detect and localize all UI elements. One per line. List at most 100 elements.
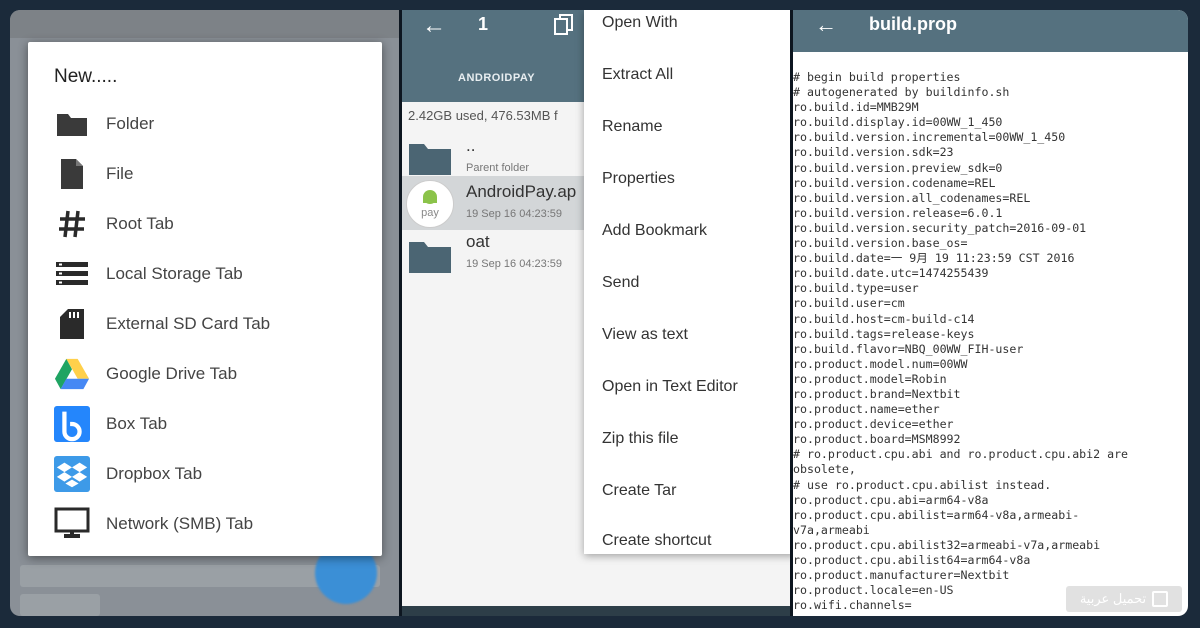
code-line: ro.product.cpu.abilist64=arm64-v8a (793, 553, 1031, 567)
code-line: # ro.product.cpu.abi and ro.product.cpu.… (793, 447, 1129, 462)
code-line: ro.build.version.incremental=00WW_1_450 (793, 130, 1066, 145)
item-label: Folder (106, 114, 155, 133)
code-line: obsolete, (793, 462, 856, 477)
code-line: ro.build.version.release=6.0.1 (793, 205, 1003, 220)
new-folder-item[interactable]: Folder (54, 104, 374, 144)
viewer-toolbar: ← build.prop (793, 10, 1188, 52)
menu-view-as-text[interactable]: View as text (602, 322, 688, 348)
new-dialog: New..... Folder File Root Tab Local Stor… (28, 42, 382, 556)
menu-send[interactable]: Send (602, 270, 639, 296)
code-line: ro.product.model.num=00WW (793, 356, 968, 371)
new-sd-card-tab-item[interactable]: External SD Card Tab (54, 304, 374, 344)
menu-extract-all[interactable]: Extract All (602, 62, 673, 88)
hash-icon (54, 206, 90, 242)
menu-add-bookmark[interactable]: Add Bookmark (602, 218, 707, 244)
code-line: # autogenerated by buildinfo.sh (793, 85, 1010, 100)
code-line: ro.product.model=Robin (793, 371, 947, 386)
code-line: # use ro.product.cpu.abilist instead. (793, 477, 1052, 492)
new-file-item[interactable]: File (54, 154, 374, 194)
watermark: تحميل عربية (1066, 586, 1182, 612)
item-label: Network (SMB) Tab (106, 514, 254, 533)
item-label: Root Tab (106, 214, 174, 233)
menu-open-with[interactable]: Open With (602, 10, 678, 36)
file-content: # begin build properties # autogenerated … (793, 70, 1185, 613)
watermark-text: تحميل عربية (1079, 591, 1147, 606)
code-line: ro.product.brand=Nextbit (793, 386, 961, 401)
back-arrow-icon[interactable]: ← (422, 12, 446, 40)
menu-create-shortcut[interactable]: Create shortcut (602, 528, 711, 554)
code-line: ro.build.flavor=NBQ_00WW_FIH-user (793, 341, 1024, 356)
item-label: Local Storage Tab (106, 264, 243, 283)
code-line: ro.build.version.base_os= (793, 236, 968, 251)
new-network-smb-tab-item[interactable]: Network (SMB) Tab (54, 504, 374, 544)
monitor-icon (54, 506, 90, 542)
selection-count: 1 (478, 14, 489, 34)
file-date: 19 Sep 16 04:23:59 (466, 208, 563, 220)
back-arrow-icon[interactable]: ← (815, 12, 837, 38)
item-label: File (106, 164, 134, 183)
box-icon (54, 406, 90, 442)
code-line: ro.build.version.all_codenames=REL (793, 190, 1031, 205)
copy-icon[interactable] (554, 14, 574, 41)
new-google-drive-tab-item[interactable]: Google Drive Tab (54, 354, 374, 394)
code-line: ro.build.type=user (793, 281, 919, 296)
dialog-title: New..... (54, 66, 118, 87)
apk-icon-label: pay (421, 207, 439, 219)
code-line: ro.build.version.security_patch=2016-09-… (793, 220, 1087, 235)
item-label: Google Drive Tab (106, 364, 238, 383)
bottom-bar (402, 606, 790, 616)
code-line: ro.build.date.utc=1474255439 (793, 266, 989, 281)
code-line: ro.product.name=ether (793, 402, 940, 417)
blurred-list-row (20, 594, 100, 616)
file-title: build.prop (869, 14, 957, 34)
code-line: ro.build.host=cm-build-c14 (793, 311, 975, 326)
item-label: Dropbox Tab (106, 464, 203, 483)
storage-info: 2.42GB used, 476.53MB f (408, 108, 558, 123)
code-line: ro.product.cpu.abilist=arm64-v8a,armeabi… (793, 507, 1080, 522)
tab-androidpay[interactable]: ANDROIDPAY (458, 72, 535, 84)
code-line: ro.build.date=一 9月 19 11:23:59 CST 2016 (793, 251, 1075, 266)
new-dropbox-tab-item[interactable]: Dropbox Tab (54, 454, 374, 494)
context-menu: Open With Extract All Rename Properties … (584, 10, 790, 554)
file-date: 19 Sep 16 04:23:59 (466, 258, 563, 270)
code-line: # begin build properties (793, 70, 961, 84)
folder-icon (409, 242, 451, 273)
code-line: ro.build.display.id=00WW_1_450 (793, 115, 1003, 130)
sd-card-icon (54, 306, 90, 342)
code-line: ro.product.device=ether (793, 417, 954, 432)
code-line: ro.product.manufacturer=Nextbit (793, 568, 1010, 583)
code-line: ro.build.version.sdk=23 (793, 145, 954, 160)
code-line: ro.build.version.codename=REL (793, 175, 996, 190)
file-name: .. (466, 136, 476, 155)
code-line: ro.product.board=MSM8992 (793, 432, 961, 447)
code-line: v7a,armeabi (793, 522, 870, 537)
file-name: AndroidPay.ap (466, 182, 577, 201)
folder-icon (409, 144, 451, 175)
android-apk-icon: pay (406, 180, 454, 228)
menu-create-tar[interactable]: Create Tar (602, 478, 676, 504)
menu-rename[interactable]: Rename (602, 114, 662, 140)
file-icon (54, 156, 90, 192)
new-box-tab-item[interactable]: Box Tab (54, 404, 374, 444)
code-line: ro.build.user=cm (793, 296, 905, 311)
file-name: oat (466, 232, 490, 251)
new-root-tab-item[interactable]: Root Tab (54, 204, 374, 244)
code-line: ro.build.id=MMB29M (793, 100, 919, 115)
storage-list-icon (54, 256, 90, 292)
watermark-logo-icon (1152, 591, 1169, 607)
menu-zip-this-file[interactable]: Zip this file (602, 426, 678, 452)
code-line: ro.build.tags=release-keys (793, 326, 975, 341)
item-label: External SD Card Tab (106, 314, 271, 333)
blurred-status-bar (10, 10, 399, 38)
folder-icon (54, 106, 90, 142)
new-local-storage-tab-item[interactable]: Local Storage Tab (54, 254, 374, 294)
file-subtitle: Parent folder (466, 162, 529, 174)
item-label: Box Tab (106, 414, 168, 433)
code-line: ro.product.cpu.abilist32=armeabi-v7a,arm… (793, 537, 1101, 552)
google-drive-icon (54, 356, 90, 392)
menu-open-in-text-editor[interactable]: Open in Text Editor (602, 374, 738, 400)
new-menu-panel: New..... Folder File Root Tab Local Stor… (10, 10, 399, 616)
menu-properties[interactable]: Properties (602, 166, 675, 192)
file-browser-panel: ← 1 ANDROIDPAY 2.42GB used, 476.53MB f .… (402, 10, 790, 616)
dropbox-icon (54, 456, 90, 492)
